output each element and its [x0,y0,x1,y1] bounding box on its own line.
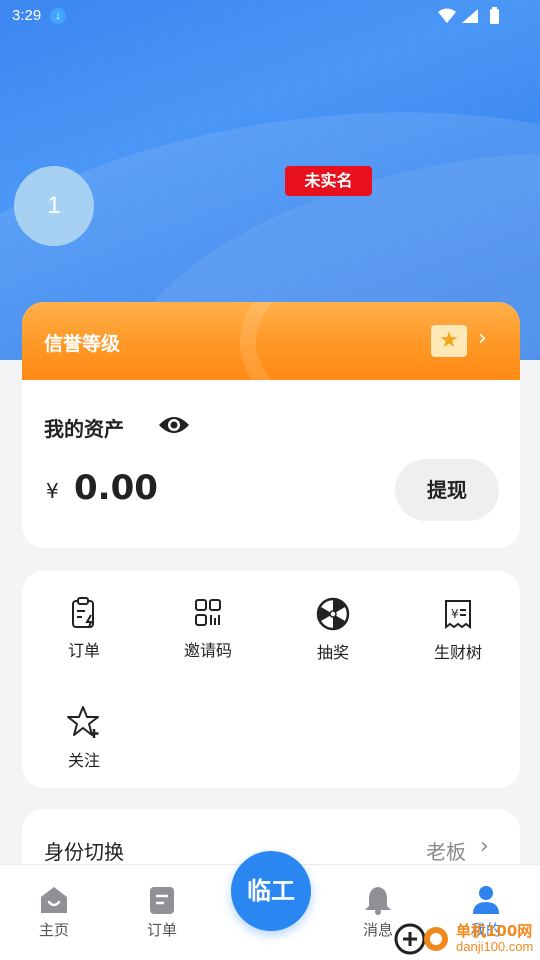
download-icon: ↓ [50,8,66,24]
wifi-signal-battery-icon [438,7,499,24]
order-clipboard-icon [72,597,94,628]
feature-item-orders[interactable]: 订单 [29,597,139,661]
feature-label: 抽奖 [316,643,349,662]
bell-icon [365,887,391,915]
star-plus-icon [67,706,99,738]
credit-level-label: 信誉等级 [44,333,121,355]
currency-symbol: ¥ [46,479,59,503]
verification-status-badge[interactable]: 未实名 [285,166,372,196]
feature-item-follow[interactable]: 关注 [29,705,139,771]
feature-label: 生财树 [433,643,482,662]
current-role-value: 老板 [426,840,466,864]
asset-amount: 0.00 [74,468,158,508]
assets-title: 我的资产 [44,417,124,441]
order-icon [150,887,174,914]
lottery-wheel-icon [316,597,350,631]
feature-label: 邀请码 [183,641,232,660]
feature-label: 订单 [67,641,100,660]
credit-level-bar[interactable]: 信誉等级 ★ › [22,302,520,380]
center-action-button[interactable]: 临工 [231,851,311,931]
status-icons [436,6,506,30]
feature-label: 关注 [67,751,100,770]
svg-text:¥: ¥ [451,607,459,621]
role-switch-label: 身份切换 [44,840,124,864]
tab-label: 主页 [38,921,69,939]
money-receipt-icon: ¥ [445,600,471,629]
chevron-right-icon: › [478,326,487,351]
tab-home[interactable]: 主页 [0,865,108,960]
withdraw-button[interactable]: 提现 [395,459,499,521]
feature-grid: 订单 邀请码 抽奖 ¥ 生财树 关注 [22,571,520,788]
watermark-site: 单机100网 [456,922,533,940]
tab-label: 订单 [146,921,177,939]
status-time: 3:29 [12,7,42,24]
credit-star-icon: ★ [431,325,467,357]
chevron-right-icon: › [480,834,489,859]
tab-orders[interactable]: 订单 [108,865,216,960]
user-icon [473,886,499,914]
watermark-url: danji100.com [456,939,534,954]
avatar[interactable]: 1 [14,166,94,246]
feature-item-invite-code[interactable]: 邀请码 [153,597,263,661]
feature-item-lottery[interactable]: 抽奖 [278,597,388,663]
watermark: 单机100网 danji100.com [392,918,540,958]
status-bar: 3:29 ↓ [0,0,540,32]
watermark-logo-icon [394,923,448,955]
eye-icon[interactable] [158,414,190,440]
qr-code-icon [195,599,221,626]
feature-item-money-tree[interactable]: ¥ 生财树 [403,597,513,663]
home-icon [41,887,67,913]
asset-card: 信誉等级 ★ › 我的资产 ¥ 0.00 提现 [22,302,520,548]
